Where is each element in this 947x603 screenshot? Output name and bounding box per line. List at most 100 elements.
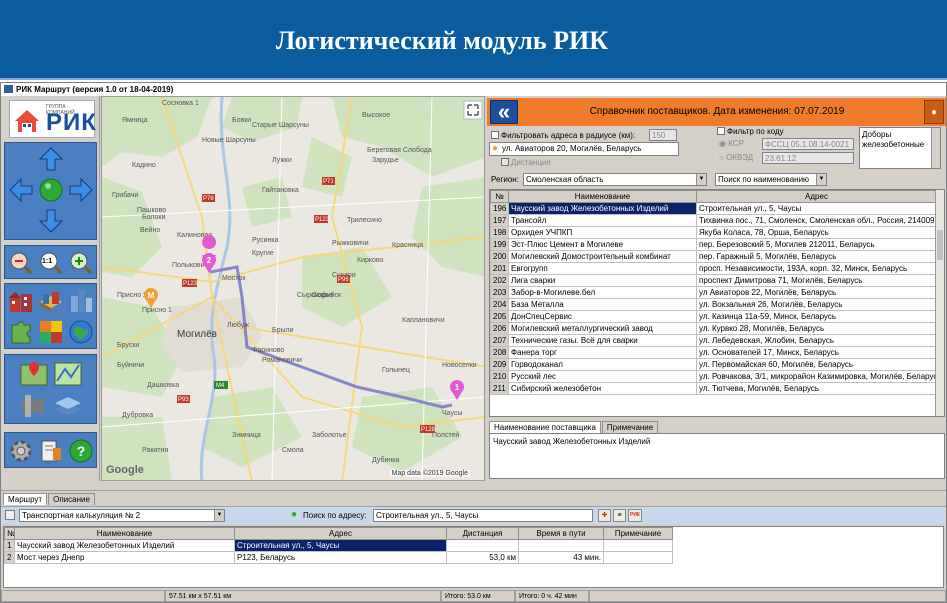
route-time[interactable]: 43 мин. <box>518 551 604 564</box>
row-number[interactable]: 206 <box>490 322 509 335</box>
tools-button[interactable] <box>19 391 49 421</box>
table-row[interactable]: 196 Чаусский завод Железобетонных Изделий… <box>490 202 937 215</box>
suppliers-col-header[interactable]: № <box>490 190 509 203</box>
distance-checkbox[interactable] <box>501 158 509 166</box>
zoom-out-button[interactable] <box>7 249 35 277</box>
supplier-name[interactable]: Горводоканал <box>508 358 697 371</box>
list-button[interactable]: ≡ <box>613 509 626 522</box>
supplier-address[interactable]: ул. Ровчакова, 3/1, микрорайон Казимиров… <box>696 370 937 383</box>
route-time[interactable] <box>518 539 604 552</box>
row-number[interactable]: 204 <box>490 298 509 311</box>
supplier-address[interactable]: проспект Димитрова 71, Могилёв, Беларусь <box>696 274 937 287</box>
suppliers-col-header[interactable]: Наименование <box>508 190 697 203</box>
row-number[interactable]: 208 <box>490 346 509 359</box>
okved-input[interactable]: 23.61.12 <box>762 152 854 164</box>
table-row[interactable]: 209 Горводоканал ул. Первомайская 60, Моги… <box>490 358 937 371</box>
supplier-name[interactable]: Лига сварки <box>508 274 697 287</box>
row-number[interactable]: 198 <box>490 226 509 239</box>
supplier-address[interactable]: ул. Вокзальная 26, Могилёв, Беларусь <box>696 298 937 311</box>
route-point-address[interactable]: Строительная ул., 5, Чаусы <box>234 539 447 552</box>
row-number[interactable]: 201 <box>490 262 509 275</box>
supplier-name[interactable]: Фанера торг <box>508 346 697 359</box>
suppliers-col-header[interactable]: Адрес <box>696 190 937 203</box>
row-number[interactable]: 202 <box>490 274 509 287</box>
tab-supplier-name[interactable]: Наименование поставщика <box>489 421 601 433</box>
supplier-name[interactable]: Эст-Плюс Цемент в Могилеве <box>508 238 697 251</box>
route-col-header[interactable]: Наименование <box>14 527 235 540</box>
route-point-address[interactable]: Р123, Беларусь <box>234 551 447 564</box>
supplier-address[interactable]: ул Авиаторов 22, Могилёв, Беларусь <box>696 286 937 299</box>
table-row[interactable]: 199 Эст-Плюс Цемент в Могилеве пер. Березо… <box>490 238 937 251</box>
row-number[interactable]: 205 <box>490 310 509 323</box>
supplier-name[interactable]: Могилевский Домостроительный комбинат <box>508 250 697 263</box>
row-number[interactable]: 207 <box>490 334 509 347</box>
category-scrollbar[interactable] <box>931 128 940 168</box>
table-row[interactable]: 206 Могилевский металлургический завод ул.… <box>490 322 937 335</box>
supplier-name[interactable]: Сибирский железобетон <box>508 382 697 395</box>
supplier-name[interactable]: Орхидея УЧПКП <box>508 226 697 239</box>
supplier-name[interactable]: Чаусский завод Железобетонных Изделий <box>508 202 697 215</box>
globe-button[interactable] <box>67 318 95 346</box>
route-note[interactable] <box>603 551 673 564</box>
table-row[interactable]: 204 База Металла ул. Вокзальная 26, Могилё… <box>490 298 937 311</box>
layers-map-button[interactable] <box>53 391 83 421</box>
add-point-button[interactable]: ✚ <box>598 509 611 522</box>
radius-input[interactable]: 150 <box>649 129 677 141</box>
settings-button[interactable] <box>7 437 35 465</box>
row-number[interactable]: 203 <box>490 286 509 299</box>
route-distance[interactable]: 53,0 км <box>446 551 519 564</box>
filter-radius-checkbox[interactable] <box>491 131 499 139</box>
okved-radio[interactable]: ○ <box>719 153 724 162</box>
search-address-input[interactable]: Строительная ул., 5, Чаусы <box>373 509 593 522</box>
memo-box[interactable]: Чаусский завод Железобетонных Изделий <box>489 433 945 479</box>
puzzle-button[interactable] <box>7 318 35 346</box>
route-point-name[interactable]: Мост через Днепр <box>14 551 235 564</box>
supplier-address[interactable]: Якуба Коласа, 78, Орша, Беларусь <box>696 226 937 239</box>
table-row[interactable]: 210 Русский лес ул. Ровчакова, 3/1, микрор… <box>490 370 937 383</box>
suppliers-scrollbar[interactable] <box>935 190 944 416</box>
buildings-colored-button[interactable] <box>37 287 65 315</box>
row-number[interactable]: 1 <box>4 539 15 552</box>
back-button[interactable]: « <box>490 100 518 124</box>
ksp-input[interactable]: ФССЦ 05.1.08.14-0021 <box>762 138 854 150</box>
table-row[interactable]: 197 Трансойл Тихвинка пос., 71, Смоленск, … <box>490 214 937 227</box>
filter-code-checkbox[interactable] <box>717 127 725 135</box>
user-button[interactable]: ● <box>924 100 944 124</box>
supplier-name[interactable]: ДонСпецСервис <box>508 310 697 323</box>
help-button[interactable]: ? <box>67 437 95 465</box>
pan-up-button[interactable] <box>37 145 65 173</box>
supplier-address[interactable]: ул. Первомайская 60, Могилёв, Беларусь <box>696 358 937 371</box>
row-number[interactable]: 209 <box>490 358 509 371</box>
supplier-address[interactable]: ул. Лебедевская, Жлобин, Беларусь <box>696 334 937 347</box>
table-row[interactable]: 202 Лига сварки проспект Димитрова 71, Мог… <box>490 274 937 287</box>
table-row[interactable]: 2 Мост через Днепр Р123, Беларусь 53,0 км 43… <box>4 551 673 564</box>
table-row[interactable]: 205 ДонСпецСервис ул. Казинца 11а-59, Минс… <box>490 310 937 323</box>
supplier-address[interactable]: ул. Тютчева, Могилёв, Беларусь <box>696 382 937 395</box>
route-col-header[interactable]: Дистанция <box>446 527 519 540</box>
table-row[interactable]: 198 Орхидея УЧПКП Якуба Коласа, 78, Орша, … <box>490 226 937 239</box>
table-row[interactable]: 211 Сибирский железобетон ул. Тютчева, Мог… <box>490 382 937 395</box>
route-col-header[interactable]: Адрес <box>234 527 447 540</box>
supplier-name[interactable]: Русский лес <box>508 370 697 383</box>
pan-right-button[interactable] <box>67 176 95 204</box>
reference-book-button[interactable] <box>37 437 65 465</box>
route-col-header[interactable]: № <box>4 527 15 540</box>
tab-description[interactable]: Описание <box>48 493 95 505</box>
center-button[interactable] <box>37 176 65 204</box>
supplier-name[interactable]: Евгогрупп <box>508 262 697 275</box>
route-note[interactable] <box>603 539 673 552</box>
ksp-radio[interactable]: ◉ <box>719 139 726 148</box>
row-number[interactable]: 200 <box>490 250 509 263</box>
row-number[interactable]: 199 <box>490 238 509 251</box>
map-pin-button[interactable] <box>19 359 49 389</box>
region-select[interactable]: Смоленская область ▼ <box>523 173 707 186</box>
supplier-address[interactable]: Тихвинка пос., 71, Смоленск, Смоленская … <box>696 214 937 227</box>
supplier-name[interactable]: Технические газы. Всё для сварки <box>508 334 697 347</box>
buildings-red-button[interactable] <box>7 287 35 315</box>
map-view[interactable]: Сосновка 1 Старые Шарсуны Ямница Новые Ш… <box>101 96 485 481</box>
supplier-address[interactable]: Строительная ул., 5, Чаусы <box>696 202 937 215</box>
supplier-address[interactable]: просп. Независимости, 193А, корп. 32, Ми… <box>696 262 937 275</box>
supplier-name[interactable]: Забор-в-Могилеве.бел <box>508 286 697 299</box>
pan-left-button[interactable] <box>7 176 35 204</box>
tab-route[interactable]: Маршрут <box>3 493 48 505</box>
